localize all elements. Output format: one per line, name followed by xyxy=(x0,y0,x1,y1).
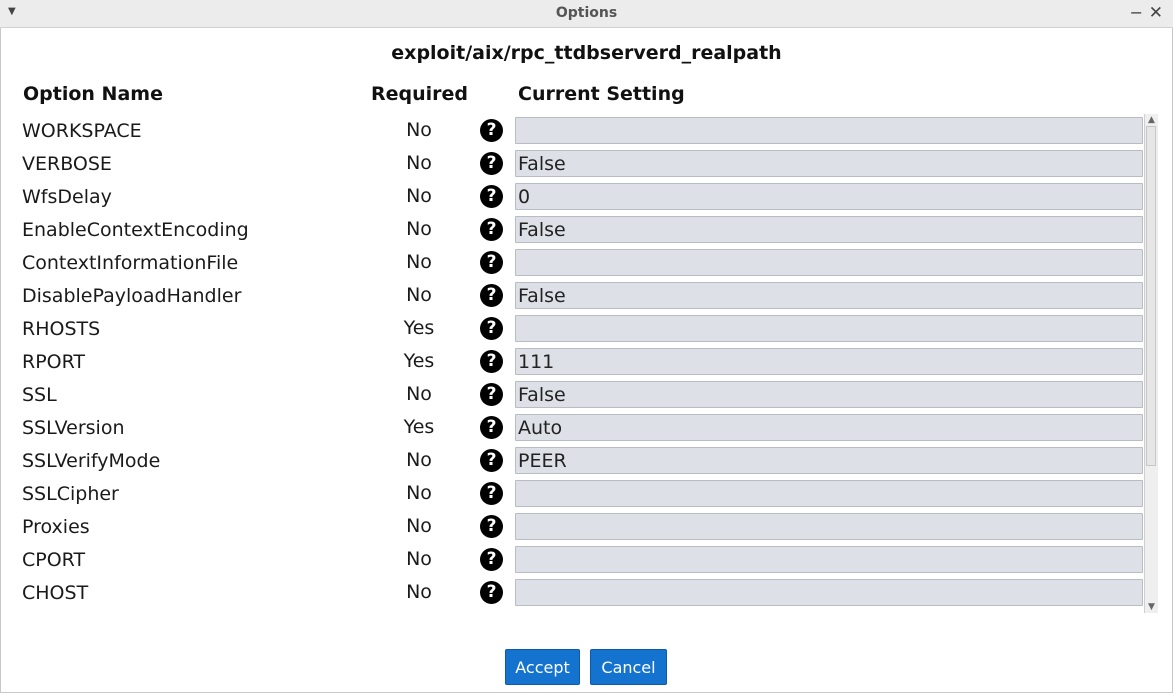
option-name: WfsDelay xyxy=(22,186,112,208)
module-title: exploit/aix/rpc_ttdbserverd_realpath xyxy=(391,42,782,64)
option-row: RHOSTS Yes? xyxy=(0,312,1144,345)
option-required: Yes xyxy=(403,317,435,339)
help-icon[interactable]: ? xyxy=(480,515,503,538)
option-required: No xyxy=(406,515,432,537)
cancel-button[interactable]: Cancel xyxy=(590,649,667,685)
option-value-field[interactable] xyxy=(515,315,1143,342)
option-row: SSLCipher No? xyxy=(0,477,1144,510)
header-option-name: Option Name xyxy=(23,83,163,105)
help-icon[interactable]: ? xyxy=(480,416,503,439)
option-required: No xyxy=(406,185,432,207)
window-title: Options xyxy=(555,5,618,21)
option-name: CHOST xyxy=(22,582,89,604)
window-titlebar: ▼ Options − ✕ xyxy=(0,0,1173,28)
help-icon[interactable]: ? xyxy=(480,548,503,571)
option-row: CPORT No? xyxy=(0,543,1144,576)
option-name: CPORT xyxy=(22,549,86,571)
help-icon[interactable]: ? xyxy=(480,251,503,274)
close-icon[interactable]: ✕ xyxy=(1149,3,1163,23)
option-name: RPORT xyxy=(22,351,86,373)
option-name: SSLVerifyMode xyxy=(22,450,161,472)
option-name: VERBOSE xyxy=(22,153,112,175)
option-value-field[interactable] xyxy=(515,579,1143,606)
scroll-up-icon[interactable]: ▲ xyxy=(1145,114,1158,126)
option-value-field[interactable] xyxy=(515,414,1143,441)
option-name: WORKSPACE xyxy=(22,120,142,142)
option-name: SSLVersion xyxy=(22,417,125,439)
option-name: DisablePayloadHandler xyxy=(22,285,242,307)
help-icon[interactable]: ? xyxy=(480,383,503,406)
scroll-down-icon[interactable]: ▼ xyxy=(1145,601,1158,613)
option-value-field[interactable] xyxy=(515,117,1143,144)
option-row: EnableContextEncoding No? xyxy=(0,213,1144,246)
option-row: CHOST No? xyxy=(0,576,1144,609)
option-row: WORKSPACE No? xyxy=(0,114,1144,147)
option-row: SSL No? xyxy=(0,378,1144,411)
option-value-field[interactable] xyxy=(515,150,1143,177)
option-row: DisablePayloadHandler No? xyxy=(0,279,1144,312)
help-icon[interactable]: ? xyxy=(480,284,503,307)
option-row: ContextInformationFile No? xyxy=(0,246,1144,279)
option-name: Proxies xyxy=(22,516,90,538)
option-required: No xyxy=(406,548,432,570)
option-value-field[interactable] xyxy=(515,381,1143,408)
help-icon[interactable]: ? xyxy=(480,482,503,505)
option-name: EnableContextEncoding xyxy=(22,219,249,241)
option-value-field[interactable] xyxy=(515,546,1143,573)
option-required: No xyxy=(406,482,432,504)
option-value-field[interactable] xyxy=(515,216,1143,243)
help-icon[interactable]: ? xyxy=(480,449,503,472)
option-value-field[interactable] xyxy=(515,348,1143,375)
option-required: No xyxy=(406,218,432,240)
minimize-icon[interactable]: − xyxy=(1130,3,1143,22)
help-icon[interactable]: ? xyxy=(480,350,503,373)
header-required: Required xyxy=(371,83,469,105)
option-required: Yes xyxy=(403,350,435,372)
accept-button[interactable]: Accept xyxy=(505,649,580,685)
help-icon[interactable]: ? xyxy=(480,152,503,175)
option-value-field[interactable] xyxy=(515,282,1143,309)
option-required: Yes xyxy=(403,416,435,438)
option-required: No xyxy=(406,581,432,603)
option-name: SSL xyxy=(22,384,57,406)
help-icon[interactable]: ? xyxy=(480,581,503,604)
option-row: RPORT Yes? xyxy=(0,345,1144,378)
option-value-field[interactable] xyxy=(515,447,1143,474)
options-list: WORKSPACENo?VERBOSENo?WfsDelayNo?EnableC… xyxy=(0,114,1144,613)
option-required: No xyxy=(406,251,432,273)
option-row: Proxies No? xyxy=(0,510,1144,543)
option-required: No xyxy=(406,284,432,306)
option-name: RHOSTS xyxy=(22,318,101,340)
option-name: SSLCipher xyxy=(22,483,119,505)
vertical-scrollbar[interactable]: ▲ ▼ xyxy=(1144,114,1158,613)
option-row: VERBOSE No? xyxy=(0,147,1144,180)
option-required: No xyxy=(406,449,432,471)
option-required: No xyxy=(406,383,432,405)
option-row: SSLVerifyMode No? xyxy=(0,444,1144,477)
option-value-field[interactable] xyxy=(515,249,1143,276)
option-required: No xyxy=(406,152,432,174)
scroll-thumb[interactable] xyxy=(1146,126,1156,466)
header-current-setting: Current Setting xyxy=(518,83,685,105)
option-required: No xyxy=(406,119,432,141)
help-icon[interactable]: ? xyxy=(480,317,503,340)
option-row: WfsDelay No? xyxy=(0,180,1144,213)
option-row: SSLVersion Yes? xyxy=(0,411,1144,444)
option-value-field[interactable] xyxy=(515,480,1143,507)
help-icon[interactable]: ? xyxy=(480,119,503,142)
help-icon[interactable]: ? xyxy=(480,185,503,208)
option-value-field[interactable] xyxy=(515,183,1143,210)
help-icon[interactable]: ? xyxy=(480,218,503,241)
option-name: ContextInformationFile xyxy=(22,252,239,274)
option-value-field[interactable] xyxy=(515,513,1143,540)
